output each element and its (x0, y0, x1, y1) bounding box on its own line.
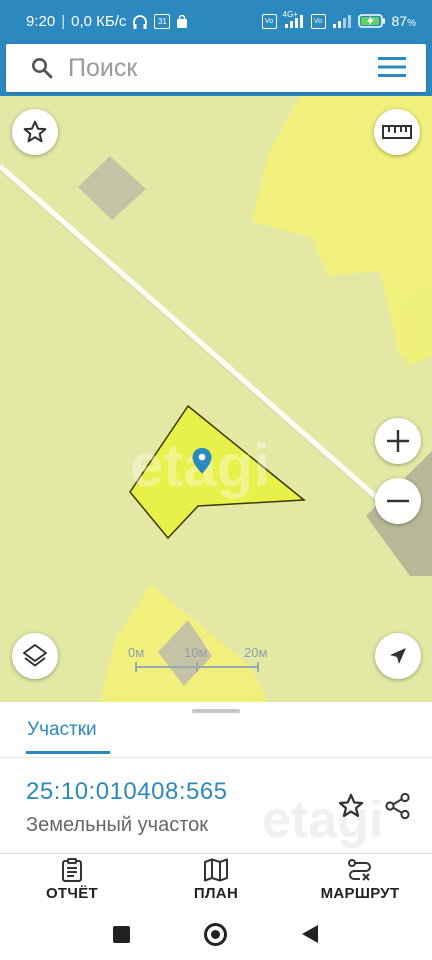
actions-divider (0, 853, 432, 854)
calendar-icon: 31 (154, 14, 171, 29)
zoom-out-button[interactable] (375, 478, 421, 524)
system-navigation-bar (0, 910, 432, 960)
battery-charging-icon (357, 14, 385, 28)
plus-icon (387, 430, 409, 452)
status-bar: 9:20 | 0,0 КБ/с 31 Vo 4G+ Vo 87% (0, 0, 432, 44)
tab-active-indicator (26, 751, 110, 754)
navigation-arrow-icon (390, 648, 406, 664)
headphones-icon (133, 14, 148, 29)
signal-icon-2 (332, 15, 351, 28)
status-time: 9:20 (26, 13, 56, 30)
recent-apps-button[interactable] (113, 926, 130, 943)
search-bar[interactable]: Поиск (6, 44, 426, 92)
star-icon (23, 120, 47, 143)
clipboard-icon (62, 858, 82, 882)
search-input[interactable]: Поиск (68, 54, 137, 83)
layers-icon (23, 644, 47, 667)
network-type-label: 4G+ (282, 10, 298, 19)
scale-label-20: 20м (244, 645, 268, 660)
sheet-watermark: etagi (262, 791, 384, 849)
plan-label: ПЛАН (193, 885, 239, 902)
scale-label-10: 10м (184, 645, 208, 660)
plan-button[interactable]: ПЛАН (156, 858, 276, 908)
cadastral-number[interactable]: 25:10:010408:565 (26, 778, 228, 806)
volte-icon: Vo (261, 13, 277, 29)
sheet-drag-handle[interactable] (192, 709, 240, 713)
home-dot-icon (211, 930, 220, 939)
my-location-button[interactable] (375, 633, 421, 679)
ruler-button[interactable] (374, 109, 420, 155)
report-label: ОТЧЁТ (45, 885, 99, 902)
map-view[interactable]: etagi 0м 10м 20м (0, 96, 432, 702)
route-button[interactable]: МАРШРУТ (300, 858, 420, 908)
report-button[interactable]: ОТЧЁТ (12, 858, 132, 908)
status-speed: 0,0 КБ/с (71, 13, 127, 30)
land-type-label: Земельный участок (26, 814, 209, 836)
zoom-in-button[interactable] (375, 418, 421, 464)
route-label: МАРШРУТ (320, 885, 400, 902)
menu-icon[interactable] (378, 56, 406, 78)
share-icon[interactable] (384, 792, 412, 820)
home-button[interactable] (204, 923, 227, 946)
battery-percent: 87% (391, 13, 416, 29)
search-icon[interactable] (30, 56, 54, 80)
map-canvas[interactable]: etagi (0, 96, 432, 702)
route-icon (348, 859, 371, 881)
notification-bag-icon (177, 14, 188, 28)
map-icon (204, 858, 228, 882)
favorite-parcel-star-icon[interactable] (337, 792, 365, 820)
ruler-icon (382, 125, 412, 139)
tab-parcels[interactable]: Участки (27, 719, 97, 741)
minus-icon (387, 499, 409, 503)
scale-label-0: 0м (128, 645, 145, 660)
favorite-map-button[interactable] (12, 109, 58, 155)
volte-icon-2: Vo (310, 13, 326, 29)
building-top (78, 156, 146, 220)
layers-button[interactable] (12, 633, 58, 679)
back-button[interactable] (301, 924, 319, 944)
tab-divider (0, 757, 432, 758)
